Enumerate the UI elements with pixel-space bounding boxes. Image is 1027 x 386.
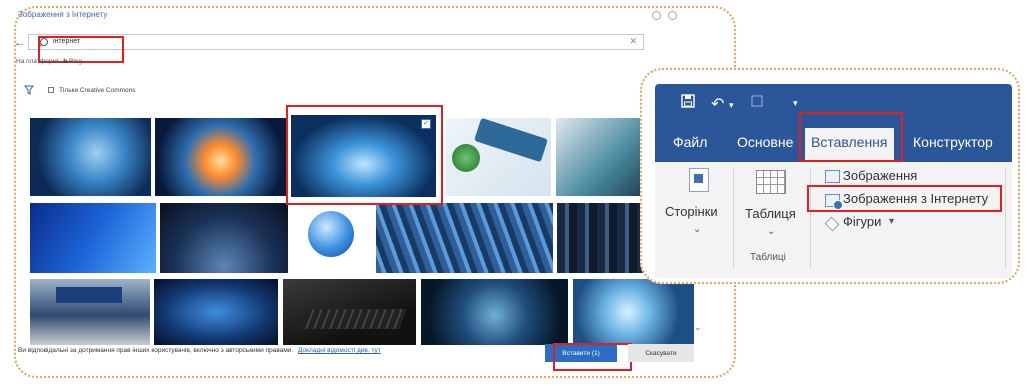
tab-design[interactable]: Конструктор — [913, 134, 993, 150]
dialog-title: Зображення з Інтернету — [18, 10, 108, 19]
scroll-down-icon[interactable]: ⌄ — [694, 322, 702, 333]
image-thumb-13[interactable] — [283, 279, 416, 345]
group-separator-2 — [810, 168, 811, 268]
pictures-icon[interactable] — [825, 170, 840, 183]
image-thumb-14[interactable] — [421, 279, 568, 345]
creative-commons-checkbox[interactable] — [48, 87, 54, 93]
copyright-text: Ви відповідальні за дотримання прав інши… — [18, 347, 294, 354]
group-separator-3 — [1005, 168, 1006, 268]
back-arrow-icon[interactable]: ← — [14, 37, 25, 49]
tab-file[interactable]: Файл — [673, 134, 707, 150]
globe-graphic — [452, 144, 480, 172]
save-icon[interactable] — [681, 94, 695, 112]
filter-row: Тільки Creative Commons — [24, 85, 136, 95]
close-dialog-icon[interactable] — [668, 11, 677, 20]
clear-search-icon[interactable]: ✕ — [629, 36, 637, 47]
pages-label[interactable]: Сторінки — [665, 204, 718, 219]
insert-ribbon-body: Сторінки ⌄ Таблиця ⌄ Таблиці Зображення … — [655, 162, 1012, 278]
filter-icon[interactable] — [24, 85, 34, 95]
insert-button-highlight — [553, 343, 632, 371]
table-icon[interactable] — [756, 170, 786, 194]
cancel-button[interactable]: Скасувати — [628, 344, 694, 362]
redo-icon[interactable] — [751, 94, 763, 111]
group-separator — [733, 168, 734, 268]
powered-by-brand: Bing — [68, 58, 82, 65]
customize-quick-access-icon[interactable]: ▾ — [793, 98, 798, 109]
undo-icon[interactable]: ↶ — [711, 94, 724, 114]
shapes-dropdown-icon[interactable]: ▾ — [889, 216, 894, 227]
powered-by-label: На платформі — [16, 58, 59, 65]
bing-logo: b — [63, 58, 68, 65]
selected-image-highlight — [286, 105, 443, 205]
image-thumb-9[interactable] — [376, 203, 553, 273]
image-thumb-5[interactable] — [556, 118, 646, 196]
tables-group-label: Таблиці — [750, 252, 786, 263]
image-thumb-12[interactable] — [154, 279, 278, 345]
internet-banking-sign — [56, 287, 122, 303]
image-thumb-1[interactable] — [30, 118, 151, 196]
internet-key-graphic — [474, 118, 548, 163]
table-dropdown-icon[interactable]: ⌄ — [767, 226, 775, 237]
image-thumb-10[interactable] — [557, 203, 646, 273]
shapes-icon[interactable] — [824, 216, 840, 232]
image-thumb-15[interactable] — [573, 279, 694, 345]
pages-icon[interactable] — [689, 168, 709, 192]
tab-home[interactable]: Основне — [737, 134, 793, 150]
blue-globe-graphic — [308, 211, 354, 257]
image-thumb-6[interactable] — [30, 203, 156, 273]
image-thumb-7[interactable] — [160, 203, 288, 273]
image-thumb-8[interactable] — [292, 203, 372, 273]
learn-more-link[interactable]: Докладні відомості див. тут — [298, 347, 381, 354]
undo-dropdown-icon[interactable]: ▾ — [729, 100, 734, 111]
creative-commons-label: Тільки Creative Commons — [59, 86, 136, 94]
smiley-icon[interactable] — [652, 11, 661, 20]
image-thumb-11[interactable] — [30, 279, 150, 345]
table-label[interactable]: Таблиця — [745, 206, 796, 221]
powered-by: На платформі b Bing — [16, 58, 82, 65]
image-thumb-4[interactable] — [446, 118, 551, 196]
pictures-label[interactable]: Зображення — [843, 168, 917, 183]
image-thumb-2[interactable] — [155, 118, 286, 196]
keyboard-graphic — [299, 309, 407, 329]
copyright-notice: Ви відповідальні за дотримання прав інши… — [18, 347, 381, 354]
insert-tab-highlight — [799, 112, 903, 162]
online-pictures-highlight — [807, 185, 1002, 212]
pages-dropdown-icon[interactable]: ⌄ — [693, 224, 701, 235]
shapes-label[interactable]: Фігури — [843, 214, 881, 229]
